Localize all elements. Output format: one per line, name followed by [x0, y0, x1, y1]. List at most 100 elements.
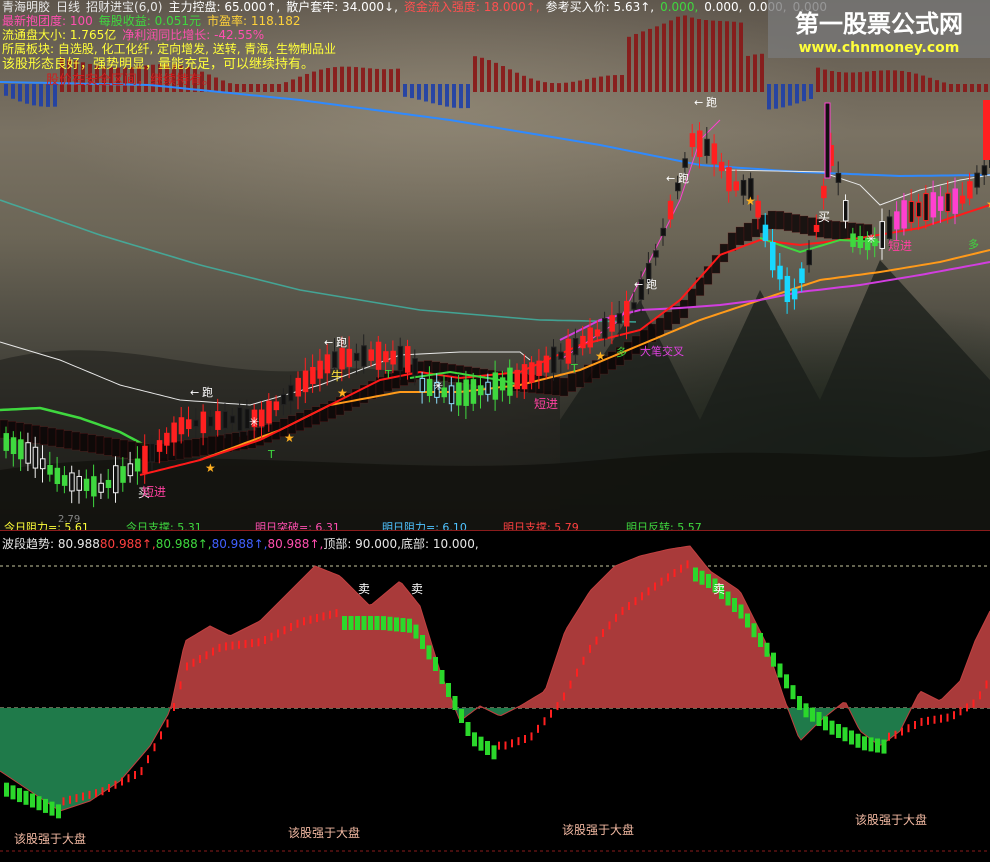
trend-tick — [524, 735, 526, 743]
bottom-label-4: 该股强于大盘 — [855, 813, 928, 827]
volume-bar — [270, 84, 274, 92]
candle-body — [200, 411, 207, 434]
trend-tick — [4, 782, 9, 797]
candle-body — [61, 475, 68, 486]
ma-teal-line — [0, 199, 637, 323]
trend-tick — [875, 738, 880, 753]
candle-body — [120, 466, 126, 483]
header-segment: 底部: 10.000, — [400, 537, 479, 551]
watermark-logo: 第一股票公式网 www.chnmoney.com — [768, 0, 990, 58]
trend-tick — [361, 616, 367, 630]
candle-body — [704, 138, 710, 157]
candle-body — [514, 369, 520, 390]
trend-tick — [953, 711, 955, 720]
volume-bar — [851, 72, 855, 92]
candle-body — [69, 472, 75, 492]
trend-tick — [62, 797, 65, 806]
header-segment: 市盈率: 118.182 — [206, 14, 301, 28]
trend-tick — [576, 668, 578, 677]
star-icon: ★ — [986, 197, 990, 211]
trend-tick — [374, 616, 380, 630]
trend-tick — [569, 680, 572, 689]
trend-tick — [270, 632, 273, 641]
volume-bar — [809, 84, 813, 99]
header-segment: 80.988↑, — [99, 537, 156, 551]
volume-bar — [753, 54, 757, 92]
candle-body — [280, 393, 287, 406]
main-chart-panel[interactable]: ←跑←跑←跑←跑←跑买买短进短进短进牛TTT多多大笔交叉★★★★★★✳✳✳2.7… — [0, 0, 990, 530]
volume-bar — [305, 73, 309, 92]
trend-tick — [647, 587, 650, 596]
candle-body — [54, 467, 61, 485]
volume-bar — [445, 84, 449, 107]
watermark-title: 第一股票公式网 — [795, 10, 963, 38]
candle-body — [755, 200, 761, 218]
volume-bar — [585, 79, 589, 92]
signal-sell-label: 卖 — [358, 582, 370, 596]
ribbon-cell — [655, 317, 665, 337]
oscillator-panel[interactable]: 卖卖卖 — [0, 531, 990, 862]
signal-short-entry-label: 短进 — [534, 397, 558, 411]
trend-tick — [615, 613, 617, 622]
wave-oscillator-chart[interactable]: 卖卖卖 — [0, 531, 990, 862]
trend-tick — [641, 592, 643, 601]
trend-tick — [296, 619, 299, 628]
signal-t-label: T — [267, 448, 275, 461]
trend-tick — [595, 636, 598, 645]
trend-tick — [543, 717, 546, 726]
candle-body — [164, 432, 170, 446]
trend-tick — [290, 623, 292, 631]
trend-tick — [30, 793, 35, 808]
ribbon-cell — [607, 351, 617, 370]
run-arrow-icon: ← — [634, 278, 643, 291]
trend-tick — [316, 614, 318, 622]
trend-tick — [88, 790, 91, 799]
volume-bar — [683, 15, 687, 92]
volume-bar — [480, 57, 484, 92]
volume-bar — [340, 66, 344, 92]
trend-tick — [972, 699, 975, 708]
volume-bar — [837, 71, 841, 92]
candle-body — [923, 193, 929, 222]
candle-body — [266, 400, 272, 424]
trend-tick — [634, 597, 637, 606]
ribbon-cell — [175, 440, 185, 460]
volume-bar — [508, 69, 512, 92]
trend-tick — [36, 796, 42, 811]
header-segment: 该股形态良好，强势明显，量能充足，可以继续持有。 — [2, 57, 315, 72]
bottom-label-2: 该股强于大盘 — [288, 826, 361, 840]
volume-bar — [347, 66, 351, 92]
ma-blue-line — [0, 81, 990, 178]
bottom-label-1: 该股强于大盘 — [14, 832, 87, 846]
volume-bar — [228, 83, 232, 92]
header-segment: 波段 — [2, 537, 27, 551]
trend-tick — [127, 774, 130, 783]
candle-body — [879, 221, 885, 249]
trend-tick — [251, 639, 253, 648]
trend-tick — [907, 724, 910, 733]
trend-tick — [979, 691, 981, 700]
header-segment: 招财进宝(6,0) — [86, 0, 163, 14]
volume-bar — [361, 67, 365, 92]
candle-body — [222, 410, 228, 429]
candle-body — [894, 211, 900, 230]
volume-bar — [354, 67, 358, 92]
ribbon-cell — [71, 431, 81, 451]
candle-body — [463, 379, 469, 406]
trend-tick — [810, 707, 815, 722]
ribbon-cell — [687, 288, 697, 308]
volume-bar — [333, 67, 337, 92]
volume-bar — [277, 84, 281, 92]
header-segment: 资金流入强度: 18.000↑, — [403, 0, 540, 14]
candle-body — [485, 381, 491, 395]
volume-bar — [760, 53, 764, 92]
candle-body — [908, 201, 915, 223]
ribbon-cell — [767, 210, 777, 230]
trend-tick — [387, 616, 393, 631]
trend-tick — [914, 721, 916, 729]
volume-bar — [774, 84, 778, 109]
trend-tick — [95, 789, 97, 798]
header-line-3: 流通盘大小: 1.765亿 净利润同比增长: -42.55% — [2, 28, 270, 43]
header-line-4: 所属板块: 自选股, 化工化纤, 定向增发, 送转, 青海, 生物制品业 — [2, 42, 342, 57]
ribbon-cell — [127, 441, 137, 460]
